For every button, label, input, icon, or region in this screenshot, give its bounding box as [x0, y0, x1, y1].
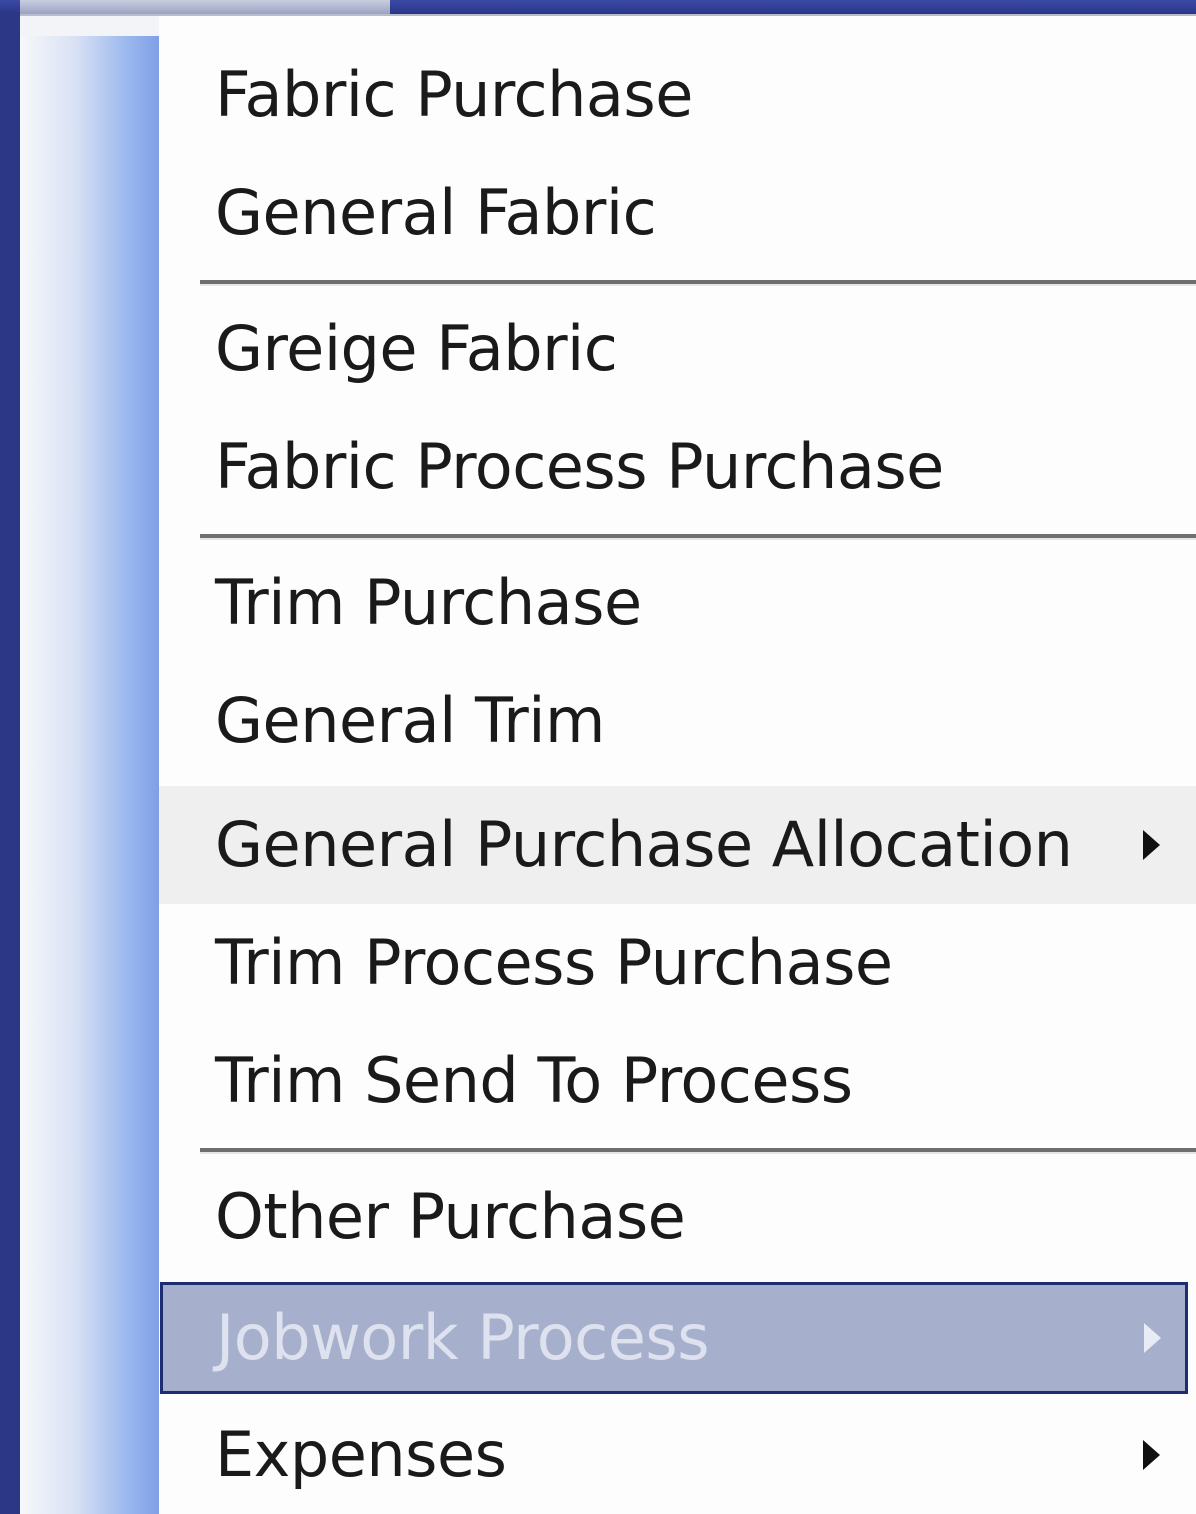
submenu-arrow-icon	[1144, 1323, 1161, 1353]
window-background	[0, 14, 20, 1514]
menu-item-expenses[interactable]: Expenses	[159, 1396, 1196, 1514]
menu-item-label: Jobwork Process	[216, 1301, 710, 1374]
menu-item-trim-process-purchase[interactable]: Trim Process Purchase	[159, 904, 1196, 1022]
menu-item-label: Other Purchase	[215, 1180, 686, 1253]
menu-item-label: Fabric Purchase	[215, 58, 693, 131]
submenu-arrow-icon	[1143, 830, 1160, 860]
window-top-bar	[0, 0, 1196, 14]
menu-item-label: Trim Purchase	[215, 566, 642, 639]
menu-item-other-purchase[interactable]: Other Purchase	[159, 1158, 1196, 1276]
menu-separator	[200, 1148, 1196, 1154]
menu-gutter-top	[20, 16, 159, 36]
menu-separator	[200, 280, 1196, 286]
menu-item-fabric-purchase[interactable]: Fabric Purchase	[159, 36, 1196, 154]
menu-item-label: General Fabric	[215, 176, 657, 249]
menu-item-label: Greige Fabric	[215, 312, 618, 385]
menu-item-trim-send-to-process[interactable]: Trim Send To Process	[159, 1022, 1196, 1140]
menu-item-general-purchase-allocation[interactable]: General Purchase Allocation	[159, 786, 1196, 904]
menu-item-general-trim[interactable]: General Trim	[159, 662, 1196, 780]
menu-item-general-fabric[interactable]: General Fabric	[159, 154, 1196, 272]
menu-item-label: Trim Send To Process	[215, 1044, 853, 1117]
menu-item-label: Fabric Process Purchase	[215, 430, 944, 503]
menu-item-label: General Trim	[215, 684, 605, 757]
submenu-arrow-icon	[1143, 1440, 1160, 1470]
context-menu: Fabric Purchase General Fabric Greige Fa…	[20, 14, 1196, 1514]
menu-icon-gutter	[20, 36, 159, 1514]
menu-item-jobwork-process[interactable]: Jobwork Process	[160, 1282, 1188, 1394]
menu-item-label: General Purchase Allocation	[215, 808, 1073, 881]
parent-menu-tab[interactable]	[20, 0, 390, 14]
menu-item-label: Trim Process Purchase	[215, 926, 893, 999]
menu-item-label: Expenses	[215, 1418, 507, 1491]
menu-separator	[200, 534, 1196, 540]
menu-item-greige-fabric[interactable]: Greige Fabric	[159, 290, 1196, 408]
menu-item-fabric-process-purchase[interactable]: Fabric Process Purchase	[159, 408, 1196, 526]
menu-item-trim-purchase[interactable]: Trim Purchase	[159, 544, 1196, 662]
